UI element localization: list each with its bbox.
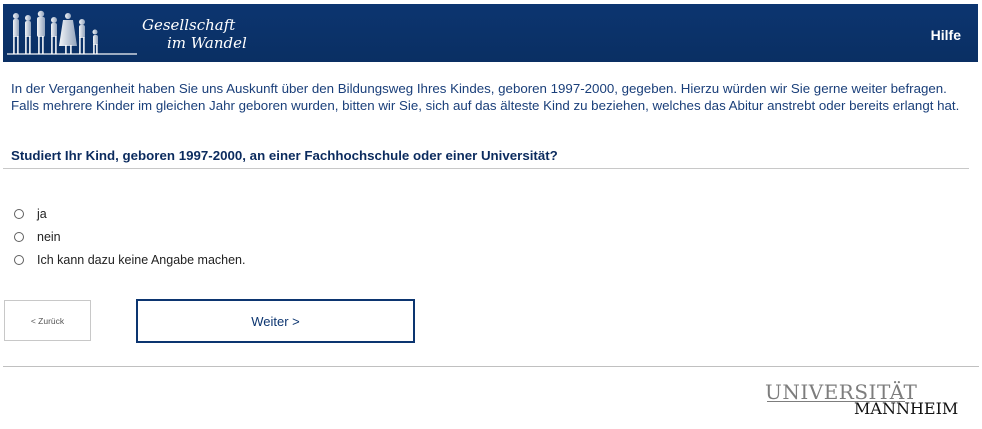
people-silhouettes-icon: [7, 10, 137, 55]
header-bar: Gesellschaft im Wandel Hilfe: [3, 4, 978, 62]
option-keine-angabe[interactable]: Ich kann dazu keine Angabe machen.: [14, 248, 245, 271]
option-label[interactable]: ja: [37, 207, 47, 221]
footer-divider: [3, 366, 979, 367]
option-ja[interactable]: ja: [14, 202, 245, 225]
radio-ja[interactable]: [14, 208, 24, 219]
question-text: Studiert Ihr Kind, geboren 1997-2000, an…: [11, 148, 558, 163]
universitaet-mannheim-logo: UNIVERSITÄT MANNHEIM: [765, 380, 965, 420]
radio-keine-angabe[interactable]: [14, 254, 24, 265]
option-label[interactable]: nein: [37, 230, 61, 244]
gesellschaft-im-wandel-logo: Gesellschaft im Wandel: [7, 4, 247, 62]
answer-options: ja nein Ich kann dazu keine Angabe mache…: [14, 202, 245, 271]
option-label[interactable]: Ich kann dazu keine Angabe machen.: [37, 253, 245, 267]
radio-nein[interactable]: [14, 231, 24, 242]
logo-text-im-wandel: im Wandel: [167, 34, 247, 52]
question-divider: [3, 168, 969, 169]
back-button[interactable]: < Zurück: [4, 300, 91, 341]
intro-text: In der Vergangenheit haben Sie uns Ausku…: [11, 81, 960, 113]
help-link[interactable]: Hilfe: [931, 27, 961, 43]
next-button[interactable]: Weiter >: [136, 299, 415, 343]
logo-text-gesellschaft: Gesellschaft: [142, 16, 236, 34]
option-nein[interactable]: nein: [14, 225, 245, 248]
logo-text-mannheim: MANNHEIM: [854, 399, 959, 418]
